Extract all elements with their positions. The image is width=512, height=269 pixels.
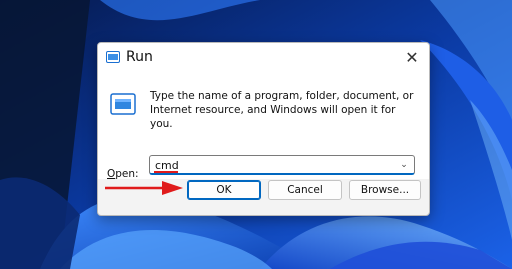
run-app-icon xyxy=(110,93,136,115)
chevron-down-icon[interactable]: ⌄ xyxy=(398,158,410,172)
red-underline-annotation xyxy=(154,171,178,173)
title-bar[interactable]: Run ✕ xyxy=(98,43,429,71)
cancel-button[interactable]: Cancel xyxy=(268,180,342,200)
red-arrow-icon xyxy=(105,181,183,195)
close-icon: ✕ xyxy=(405,47,419,67)
open-combobox[interactable]: cmd ⌄ xyxy=(149,155,415,175)
dialog-title: Run xyxy=(126,49,153,65)
dialog-content: Type the name of a program, folder, docu… xyxy=(98,71,429,180)
run-app-icon xyxy=(106,51,120,63)
browse-button[interactable]: Browse... xyxy=(349,180,421,200)
close-button[interactable]: ✕ xyxy=(395,43,429,71)
dialog-description: Type the name of a program, folder, docu… xyxy=(150,90,414,130)
ok-button[interactable]: OK xyxy=(187,180,261,200)
